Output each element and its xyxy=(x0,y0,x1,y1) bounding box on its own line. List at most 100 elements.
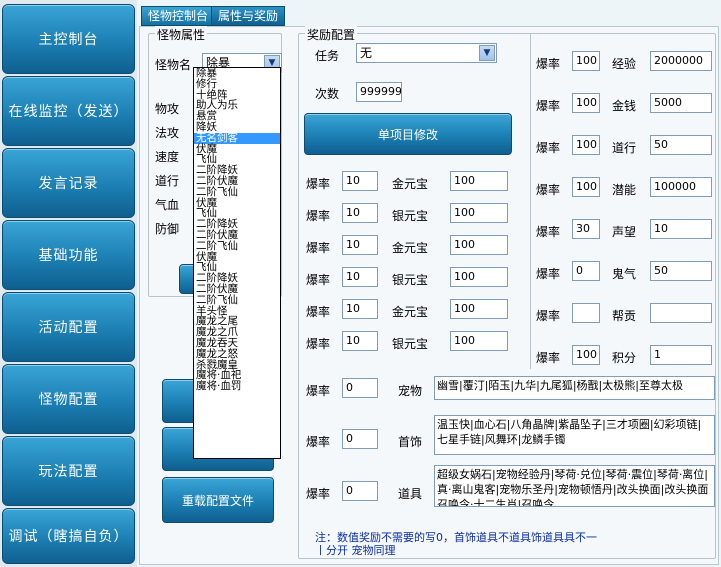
item-label: 金钱 xyxy=(612,99,637,113)
prop-rate-input[interactable]: 0 xyxy=(342,481,378,501)
rate-value: 100 xyxy=(576,138,597,151)
task-select[interactable]: 无 ▼ xyxy=(356,43,497,63)
count-value: 999999 xyxy=(360,85,402,98)
sidebar-nav: 主控制台 在线监控（发送） 发言记录 基础功能 活动配置 怪物配置 玩法配置 调… xyxy=(0,0,137,567)
dropdown-option[interactable]: 魔龙之怒 xyxy=(194,348,280,360)
dropdown-option[interactable]: 二阶飞仙 xyxy=(194,240,280,252)
dropdown-option[interactable]: 无名剑客 xyxy=(194,132,280,144)
item-label: 道行 xyxy=(612,141,637,155)
item-value-input[interactable]: 100 xyxy=(450,299,508,319)
item-value: 50 xyxy=(654,138,668,151)
item-value-input[interactable]: 5000 xyxy=(650,93,712,113)
rate-input[interactable]: 10 xyxy=(342,331,378,351)
nav-main-console-button[interactable]: 主控制台 xyxy=(2,4,135,74)
item-value-input[interactable]: 100000 xyxy=(650,177,712,197)
count-input[interactable]: 999999 xyxy=(356,82,402,102)
single-item-modify-button[interactable]: 单项目修改 xyxy=(304,113,512,155)
rate-value: 100 xyxy=(576,180,597,193)
jewelry-list-textbox[interactable]: 温玉快|血心石|八角晶牌|紫晶坠子|三才项圈|幻彩项链|七星手链|风舞环|龙鳞手… xyxy=(434,415,715,455)
nav-gameplay-config-button[interactable]: 玩法配置 xyxy=(2,436,135,506)
item-value-input[interactable]: 100 xyxy=(450,267,508,287)
item-label: 潜能 xyxy=(612,183,637,197)
nav-event-config-button[interactable]: 活动配置 xyxy=(2,292,135,362)
nav-debug-button[interactable]: 调试（瞎搞自负） xyxy=(2,508,135,564)
rate-input[interactable]: 30 xyxy=(572,219,600,239)
rate-input[interactable]: 100 xyxy=(572,93,600,113)
item-value-input[interactable]: 100 xyxy=(450,171,508,191)
item-label: 声望 xyxy=(612,225,637,239)
tab-monster-console[interactable]: 怪物控制台 xyxy=(141,6,216,26)
reload-config-button[interactable]: 重载配置文件 xyxy=(162,477,274,523)
item-label: 金元宝 xyxy=(392,177,429,191)
monster-name-label: 怪物名 xyxy=(155,58,192,72)
item-value: 100 xyxy=(454,270,475,283)
task-label: 任务 xyxy=(315,49,340,63)
rate-input[interactable]: 0 xyxy=(572,261,600,281)
item-label: 银元宝 xyxy=(392,337,429,351)
dropdown-option[interactable]: 修行 xyxy=(194,78,280,90)
nav-label: 活动配置 xyxy=(38,320,99,336)
item-value: 100 xyxy=(454,206,475,219)
tab-label: 怪物控制台 xyxy=(148,9,209,23)
rate-label: 爆率 xyxy=(306,384,331,398)
tab-attributes-rewards[interactable]: 属性与奖励 xyxy=(211,6,286,26)
nav-monster-config-button[interactable]: 怪物配置 xyxy=(2,364,135,434)
item-value-input[interactable]: 10 xyxy=(650,219,712,239)
pet-list-textbox[interactable]: 幽雪|覆汀|陌玉|九华|九尾狐|杨戬|太极熊|至尊太极 xyxy=(434,376,715,400)
chevron-down-icon[interactable]: ▼ xyxy=(479,45,495,61)
attr-label: 防御 xyxy=(155,222,180,236)
item-value-input[interactable]: 50 xyxy=(650,261,712,281)
attr-label: 道行 xyxy=(155,174,180,188)
item-value-input[interactable]: 2000000 xyxy=(650,51,712,71)
rate-value: 0 xyxy=(346,432,353,445)
nav-label: 基础功能 xyxy=(38,248,99,264)
attr-label: 法攻 xyxy=(155,126,180,140)
rate-input[interactable]: 100 xyxy=(572,177,600,197)
prop-list-textbox[interactable]: 超级女娲石|宠物经验丹|琴荷·兑位|琴荷·震位|琴荷·离位|真·离山鬼客|宠物乐… xyxy=(434,465,715,507)
item-value-input[interactable]: 50 xyxy=(650,135,712,155)
dropdown-items: 除暴 修行 十绝阵 助人为乐 悬赏 降妖 无名剑客 伏魔 飞仙 二阶降妖 二阶伏魔 二阶飞仙 伏魔 飞仙二… xyxy=(194,68,280,392)
tab-label: 属性与奖励 xyxy=(218,9,279,23)
nav-online-monitor-button[interactable]: 在线监控（发送） xyxy=(2,76,135,146)
rate-input[interactable]: 100 xyxy=(572,51,600,71)
rate-input[interactable]: 10 xyxy=(342,267,378,287)
rate-value: 30 xyxy=(576,222,590,235)
rate-label: 爆率 xyxy=(306,435,331,449)
dropdown-option[interactable]: 二阶飞仙 xyxy=(194,294,280,306)
rate-input[interactable]: 100 xyxy=(572,135,600,155)
rate-input[interactable]: 10 xyxy=(342,299,378,319)
item-label: 金元宝 xyxy=(392,241,429,255)
item-value-input[interactable]: 100 xyxy=(450,331,508,351)
rate-value: 100 xyxy=(576,54,597,67)
rate-label: 爆率 xyxy=(306,337,331,351)
note-text-2: 丨分开 宠物同理 xyxy=(315,544,396,557)
item-value-input[interactable]: 1 xyxy=(650,345,712,365)
nav-basic-functions-button[interactable]: 基础功能 xyxy=(2,220,135,290)
rate-label: 爆率 xyxy=(306,273,331,287)
item-value: 10 xyxy=(654,222,668,235)
jewelry-rate-input[interactable]: 0 xyxy=(342,429,378,449)
dropdown-option[interactable]: 魔将·血罚 xyxy=(194,381,280,392)
item-value: 2000000 xyxy=(654,54,703,67)
item-value: 100000 xyxy=(654,180,696,193)
rate-input[interactable]: 10 xyxy=(342,171,378,191)
item-value-input[interactable] xyxy=(650,303,712,323)
dropdown-option[interactable]: 二阶飞仙 xyxy=(194,186,280,198)
rate-value: 10 xyxy=(346,334,360,347)
nav-label: 怪物配置 xyxy=(38,392,99,408)
pet-rate-input[interactable]: 0 xyxy=(342,378,378,398)
count-label: 次数 xyxy=(315,87,340,101)
rate-input[interactable] xyxy=(572,303,600,323)
rate-input[interactable]: 100 xyxy=(572,345,600,365)
monster-name-dropdown-list[interactable]: 除暴 修行 十绝阵 助人为乐 悬赏 降妖 无名剑客 伏魔 飞仙 二阶降妖 二阶伏魔 二阶飞仙 伏魔 飞仙二… xyxy=(193,67,281,459)
item-value-input[interactable]: 100 xyxy=(450,203,508,223)
nav-label: 调试（瞎搞自负） xyxy=(8,529,129,545)
rate-input[interactable]: 10 xyxy=(342,235,378,255)
item-label: 银元宝 xyxy=(392,273,429,287)
item-value-input[interactable]: 100 xyxy=(450,235,508,255)
item-value: 50 xyxy=(654,264,668,277)
nav-chat-log-button[interactable]: 发言记录 xyxy=(2,148,135,218)
pet-label: 宠物 xyxy=(398,384,423,398)
rate-input[interactable]: 10 xyxy=(342,203,378,223)
nav-label: 玩法配置 xyxy=(38,464,99,480)
